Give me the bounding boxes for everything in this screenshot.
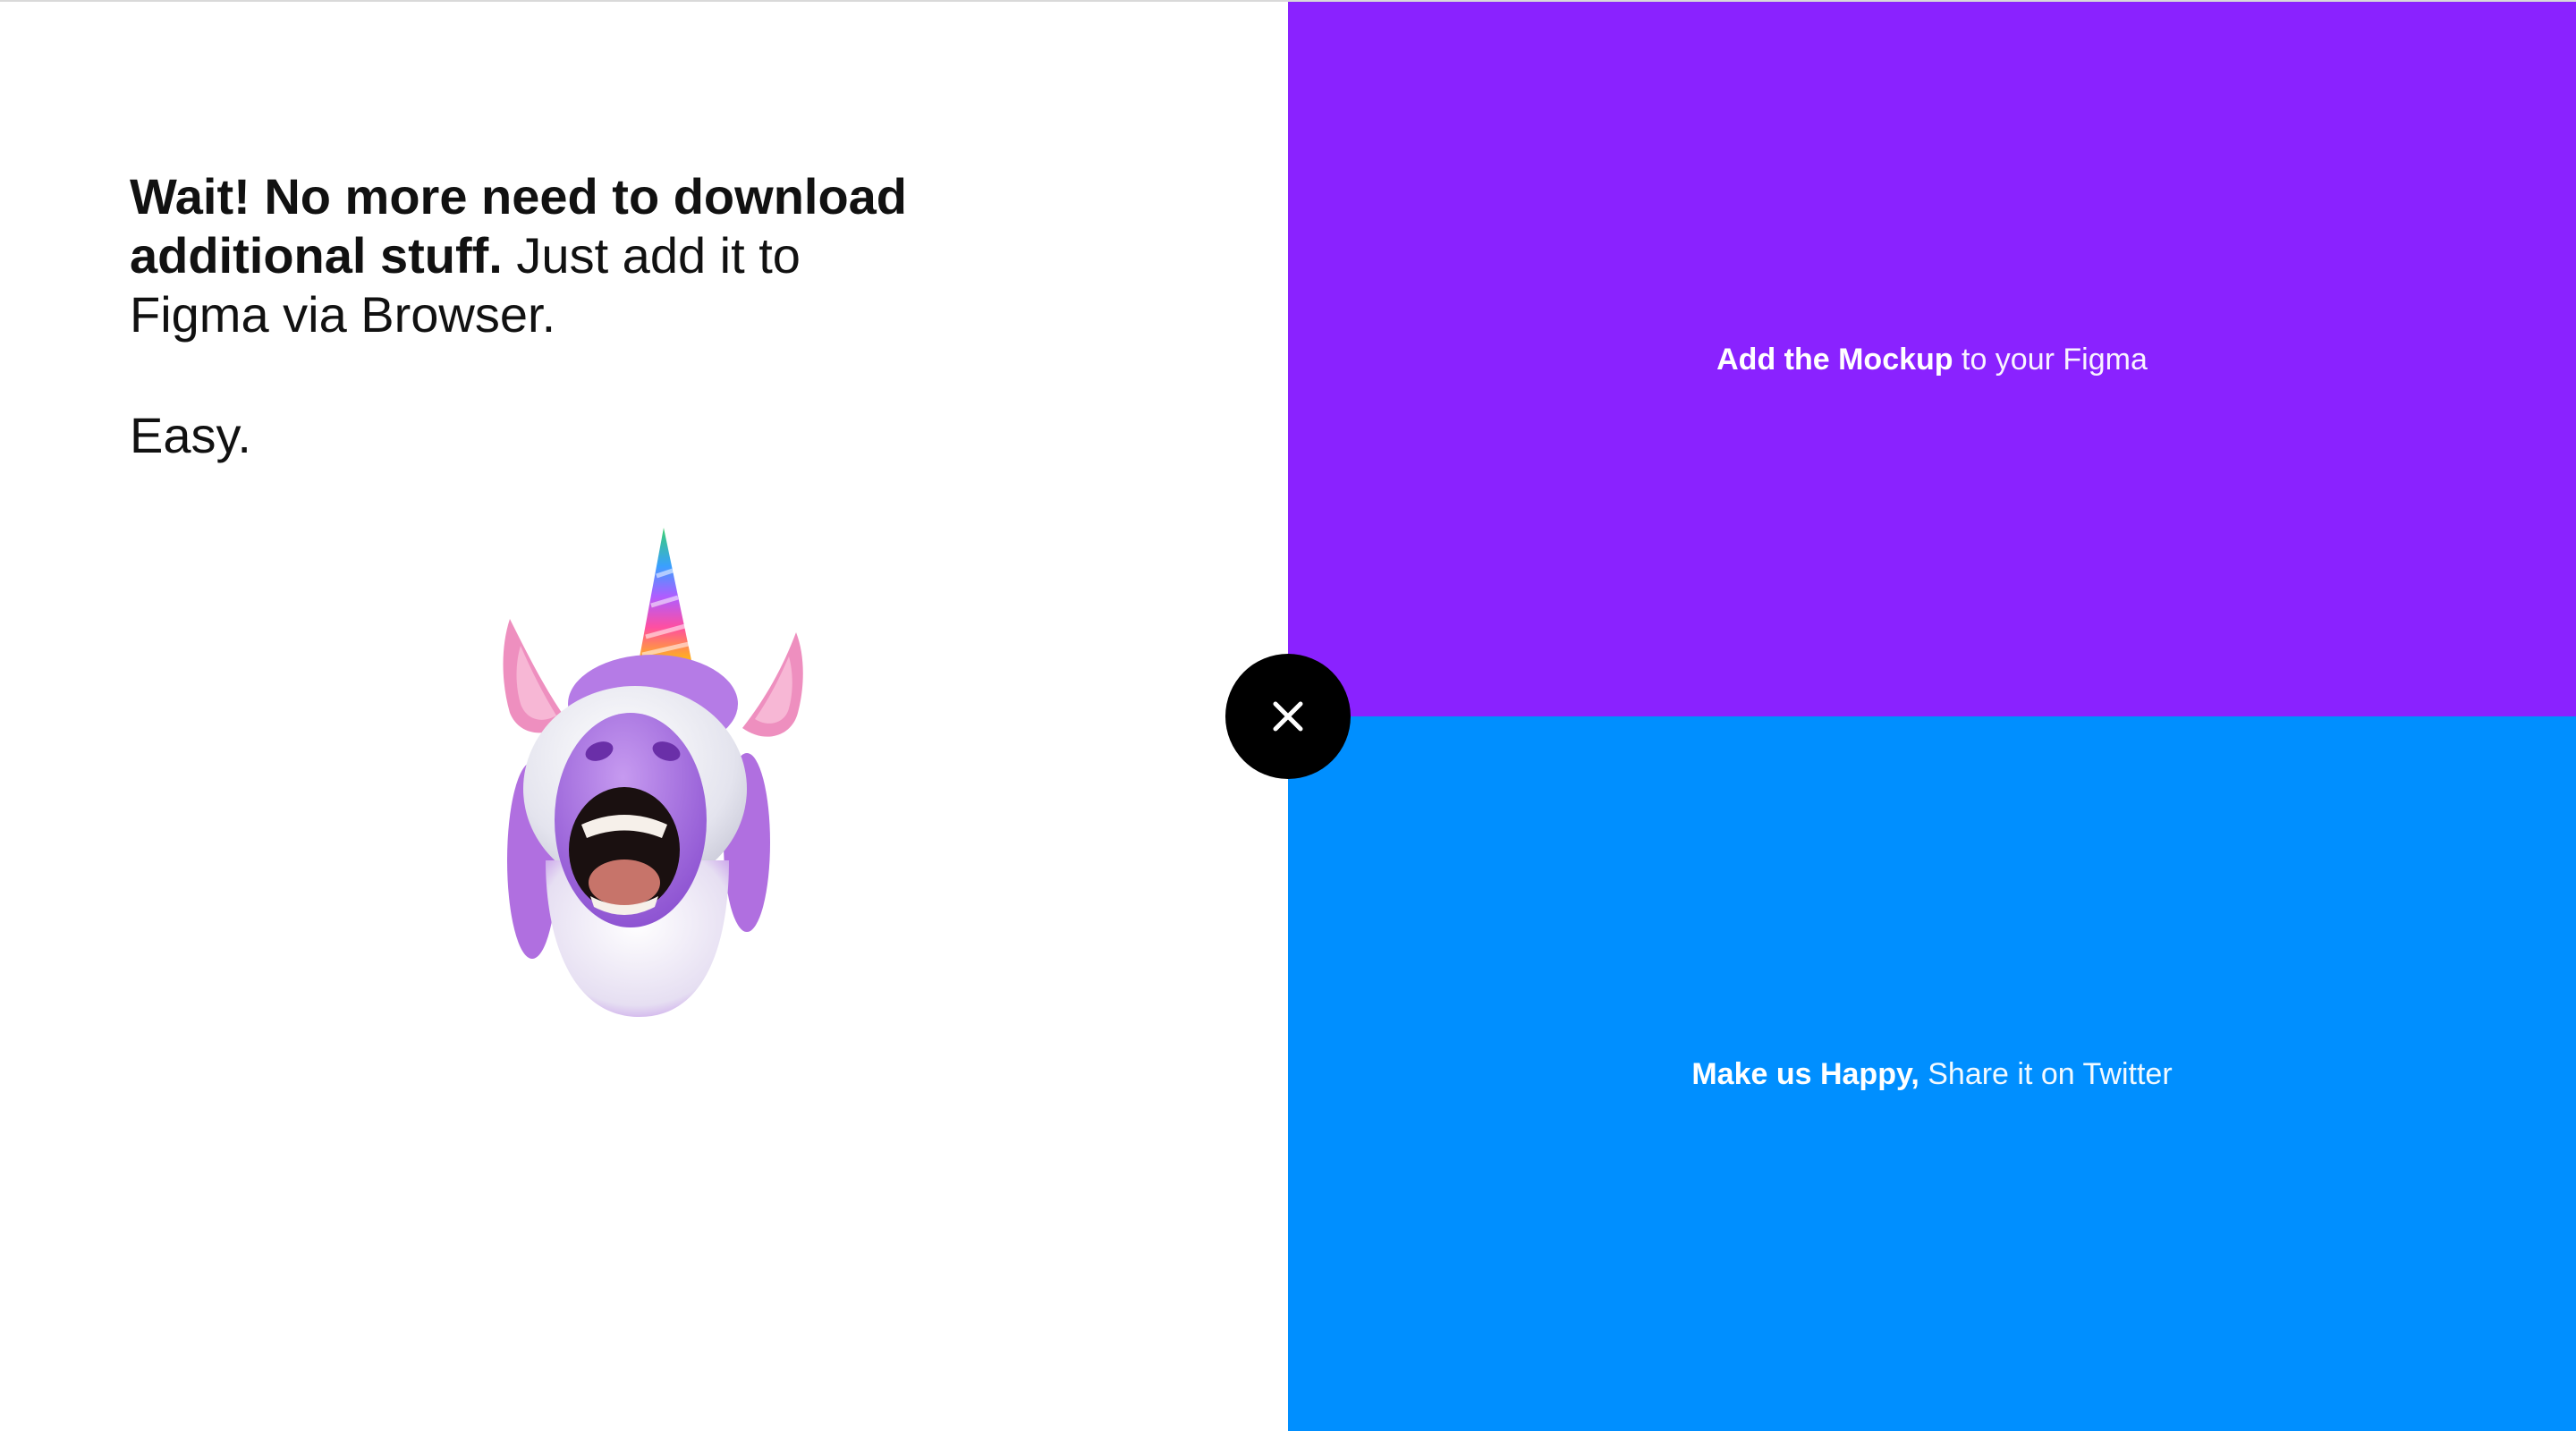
- add-mockup-regular: to your Figma: [1953, 342, 2148, 377]
- share-twitter-button[interactable]: Make us Happy, Share it on Twitter: [1288, 716, 2576, 1431]
- close-icon: [1273, 701, 1303, 732]
- close-button[interactable]: [1225, 654, 1351, 779]
- add-mockup-bold: Add the Mockup: [1716, 342, 1953, 377]
- add-mockup-button[interactable]: Add the Mockup to your Figma: [1288, 2, 2576, 716]
- share-twitter-regular: Share it on Twitter: [1919, 1056, 2173, 1091]
- add-mockup-label: Add the Mockup to your Figma: [1716, 342, 2148, 377]
- share-twitter-label: Make us Happy, Share it on Twitter: [1691, 1056, 2172, 1092]
- page: Wait! No more need to download additiona…: [0, 0, 2576, 1431]
- intro-headline: Wait! No more need to download additiona…: [130, 167, 935, 344]
- easy-text: Easy.: [130, 407, 251, 463]
- share-twitter-bold: Make us Happy,: [1691, 1056, 1919, 1091]
- intro-panel: Wait! No more need to download additiona…: [0, 2, 1288, 1431]
- unicorn-icon: [503, 528, 803, 1017]
